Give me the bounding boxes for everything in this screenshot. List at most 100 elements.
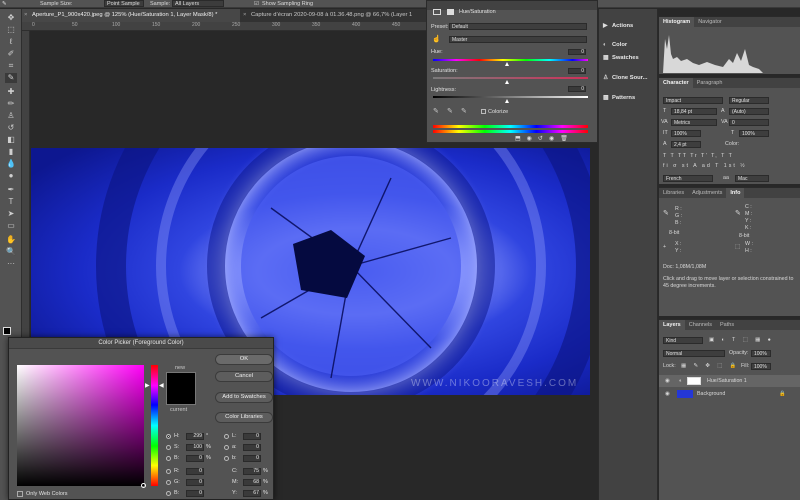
color-field-marker[interactable] <box>141 483 146 488</box>
m-field[interactable]: 68 <box>243 479 261 486</box>
eyedropper-minus-icon[interactable]: ✎ <box>461 107 467 115</box>
tab-navigator[interactable]: Navigator <box>694 17 726 27</box>
tab-histogram[interactable]: Histogram <box>659 17 695 27</box>
lightness-slider-thumb[interactable] <box>505 99 509 103</box>
kerning-field[interactable]: Metrics <box>671 119 717 126</box>
tab-layers[interactable]: Layers <box>659 320 685 330</box>
cancel-button[interactable]: Cancel <box>215 371 273 382</box>
r-field[interactable]: 0 <box>186 468 204 475</box>
hue-value[interactable]: 0 <box>568 49 586 55</box>
eyedropper-icon[interactable]: ✎ <box>2 0 7 8</box>
sample-dropdown[interactable]: All Layers <box>172 0 224 7</box>
lab-b-field[interactable]: 0 <box>243 455 261 462</box>
show-sampling-ring-checkbox[interactable]: ☑ <box>254 0 259 8</box>
hand-tool-icon[interactable]: ✋ <box>5 235 17 245</box>
type-style-buttons[interactable]: T T TT Tr T' T, T T <box>663 153 733 159</box>
c-field[interactable]: 75 <box>243 468 261 475</box>
history-brush-icon[interactable]: ↺ <box>5 123 17 133</box>
colorize-checkbox[interactable] <box>481 109 486 114</box>
blue-radio[interactable] <box>166 491 171 496</box>
zoom-tool-icon[interactable]: 🔍 <box>5 247 17 257</box>
h-field[interactable]: 299 <box>186 433 204 440</box>
hand-adjust-icon[interactable]: ☝ <box>432 35 441 43</box>
hue-slider[interactable] <box>151 365 158 486</box>
close-icon[interactable]: × <box>243 9 246 22</box>
vertical-scale-field[interactable]: 100% <box>671 130 701 137</box>
visibility-eye-icon[interactable]: ◉ <box>665 378 670 384</box>
horizontal-scale-field[interactable]: 100% <box>739 130 769 137</box>
hue-slider-thumb[interactable] <box>505 62 509 66</box>
a-radio[interactable] <box>224 445 229 450</box>
blur-tool-icon[interactable]: 💧 <box>5 159 17 169</box>
tab-paragraph[interactable]: Paragraph <box>693 78 727 88</box>
dock-swatches[interactable]: ▦ Swatches <box>603 55 639 61</box>
antialias-field[interactable]: Mac <box>735 175 769 182</box>
eyedropper-icon[interactable]: ✎ <box>433 107 439 115</box>
pen-tool-icon[interactable]: ✒ <box>5 185 17 195</box>
font-family-field[interactable]: Impact <box>663 97 723 104</box>
visibility-eye-icon[interactable]: ◉ <box>665 391 670 397</box>
blend-mode-dropdown[interactable]: Normal <box>663 350 725 357</box>
lock-icons[interactable]: ▦ ✎ ✥ ⬚ 🔒 <box>681 363 739 369</box>
lightness-value[interactable]: 0 <box>568 86 586 92</box>
a-field[interactable]: 0 <box>243 444 261 451</box>
layer-mask-thumbnail[interactable] <box>687 377 701 385</box>
h-radio[interactable] <box>166 434 171 439</box>
tab-info[interactable]: Info <box>726 188 745 198</box>
color-libraries-button[interactable]: Color Libraries <box>215 412 273 423</box>
quick-select-tool-icon[interactable]: ✐ <box>5 49 17 59</box>
tab-paths[interactable]: Paths <box>716 320 738 330</box>
filter-icons[interactable]: ▣ ◐ T ⬚ ▦ ● <box>709 337 774 343</box>
close-icon[interactable]: × <box>24 9 27 22</box>
dock-patterns[interactable]: ▩ Patterns <box>603 95 635 101</box>
layer-thumbnail[interactable] <box>677 390 693 398</box>
add-to-swatches-button[interactable]: Add to Swatches <box>215 392 273 403</box>
y-field[interactable]: 67 <box>243 490 261 497</box>
hue-slider[interactable] <box>433 59 588 61</box>
font-style-field[interactable]: Regular <box>729 97 769 104</box>
more-tools-icon[interactable]: ··· <box>5 259 17 269</box>
only-web-colors-checkbox[interactable] <box>17 491 23 497</box>
foreground-color-swatch[interactable] <box>3 327 11 335</box>
lab-b-radio[interactable] <box>224 456 229 461</box>
brush-tool-icon[interactable]: ✏ <box>5 99 17 109</box>
fill-field[interactable]: 100% <box>751 363 771 370</box>
channel-dropdown[interactable]: Master <box>449 36 587 43</box>
blue-field[interactable]: 0 <box>186 490 204 497</box>
lightness-slider[interactable] <box>433 96 588 98</box>
hue-slider-arrow-right[interactable]: ◀ <box>159 382 164 389</box>
move-tool-icon[interactable]: ✥ <box>5 13 17 23</box>
s-radio[interactable] <box>166 445 171 450</box>
dock-actions[interactable]: ▶ Actions <box>603 23 633 29</box>
opentype-buttons[interactable]: fi σ st A ad T 1st ½ <box>663 163 747 169</box>
saturation-slider[interactable] <box>433 77 588 79</box>
b-radio[interactable] <box>166 456 171 461</box>
healing-tool-icon[interactable]: ✚ <box>5 87 17 97</box>
clip-icon[interactable]: ⬒ <box>515 135 521 142</box>
tab-channels[interactable]: Channels <box>685 320 716 330</box>
tab-libraries[interactable]: Libraries <box>659 188 688 198</box>
layer-row-hue-saturation[interactable]: ◉ ◐ Hue/Saturation 1 <box>659 375 800 387</box>
crop-tool-icon[interactable]: ⌗ <box>5 61 17 71</box>
font-size-field[interactable]: 18,84 pt <box>671 108 717 115</box>
sample-size-dropdown[interactable]: Point Sample <box>104 0 144 7</box>
dodge-tool-icon[interactable]: ● <box>5 171 17 181</box>
hue-slider-arrow-left[interactable]: ▶ <box>145 382 150 389</box>
shape-tool-icon[interactable]: ▭ <box>5 221 17 231</box>
gradient-tool-icon[interactable]: ▮ <box>5 147 17 157</box>
leading-field[interactable]: (Auto) <box>729 108 769 115</box>
saturation-value[interactable]: 0 <box>568 68 586 74</box>
lasso-tool-icon[interactable]: ℓ <box>5 37 17 47</box>
tab-capture[interactable]: × Capture d’écran 2020-09-08 à 01.36.48.… <box>241 9 421 22</box>
visibility-icon[interactable]: ◉ <box>549 135 554 142</box>
layer-name[interactable]: Hue/Saturation 1 <box>707 378 747 384</box>
saturation-brightness-field[interactable] <box>17 365 144 486</box>
layer-filter-kind[interactable]: Kind <box>663 337 703 344</box>
r-radio[interactable] <box>166 469 171 474</box>
marquee-tool-icon[interactable]: ⬚ <box>5 25 17 35</box>
l-radio[interactable] <box>224 434 229 439</box>
type-tool-icon[interactable]: T <box>5 197 17 207</box>
s-field[interactable]: 100 <box>186 444 204 451</box>
preset-dropdown[interactable]: Default <box>449 23 587 30</box>
dock-clone-source[interactable]: ♙ Clone Sour... <box>603 75 647 81</box>
